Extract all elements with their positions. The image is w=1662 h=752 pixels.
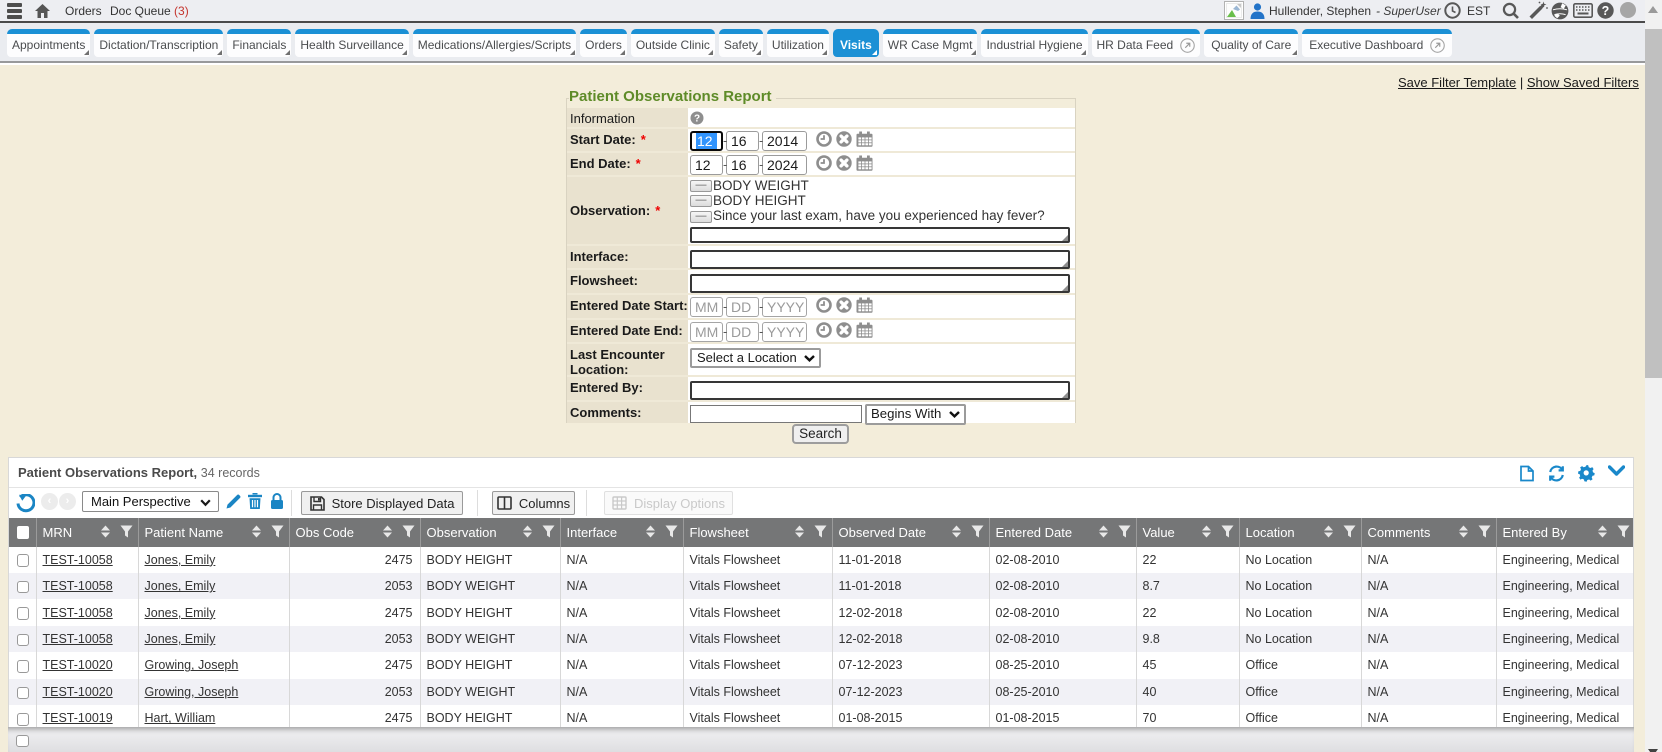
svg-text:?: ? <box>694 114 700 125</box>
svg-text:?: ? <box>1602 4 1610 18</box>
